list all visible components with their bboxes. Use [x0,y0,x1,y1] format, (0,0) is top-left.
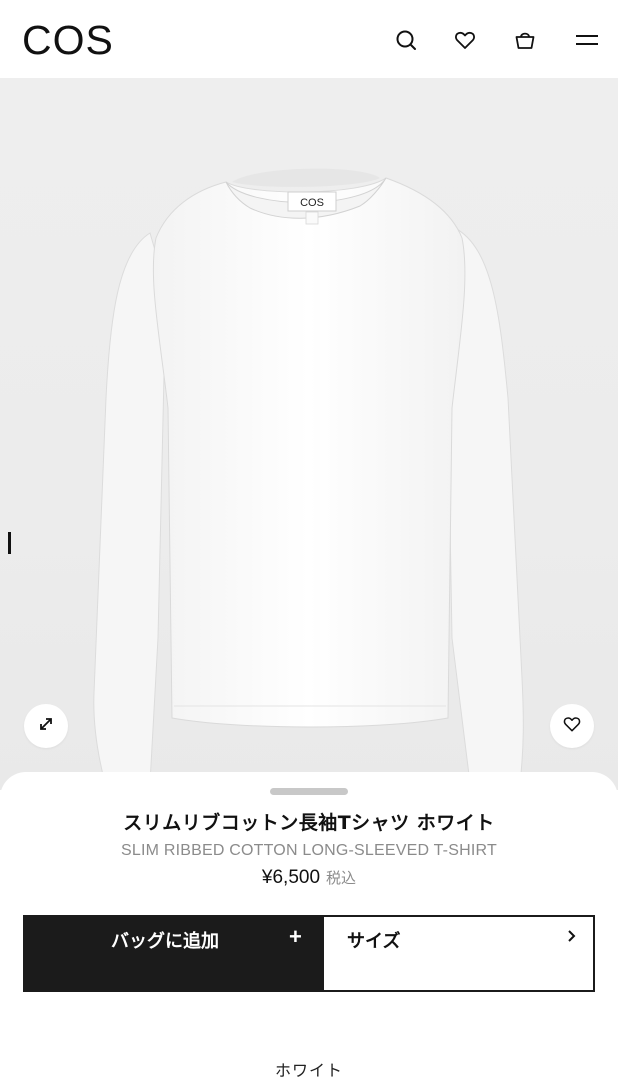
product-name-jp: スリムリブコットン長袖Tシャツ ホワイト [123,812,495,834]
garment-label-text: COS [300,197,324,209]
sheet-drag-handle[interactable] [270,788,348,795]
heart-icon[interactable] [451,26,479,54]
expand-icon [37,715,55,737]
tax-note: 税込 [326,870,357,887]
tshirt-image: COS [93,168,524,784]
menu-icon[interactable] [573,26,601,54]
bag-icon[interactable] [511,26,539,54]
add-to-bag-button[interactable]: バッグに追加 + [23,915,322,992]
search-icon[interactable] [392,26,420,54]
plus-icon: + [289,924,302,949]
site-header: COS [0,0,618,78]
size-select-button[interactable]: サイズ [322,915,595,992]
price-row: ¥6,500 税込 [0,867,618,889]
expand-image-button[interactable] [24,704,68,748]
chevron-right-icon [567,928,577,947]
size-label: サイズ [347,931,401,952]
product-price: ¥6,500 [261,867,321,888]
brand-logo[interactable]: COS [22,16,114,64]
product-name-en: SLIM RIBBED COTTON LONG-SLEEVED T-SHIRT [121,842,497,859]
add-to-bag-label: バッグに追加 [111,931,219,952]
wishlist-button[interactable] [550,704,594,748]
text-cursor [8,532,11,554]
selected-color: ホワイト [274,1061,343,1080]
heart-icon [562,714,582,738]
product-image[interactable]: COS [0,78,618,790]
product-info-sheet: スリムリブコットン長袖Tシャツ ホワイト SLIM RIBBED COTTON … [0,772,618,1080]
